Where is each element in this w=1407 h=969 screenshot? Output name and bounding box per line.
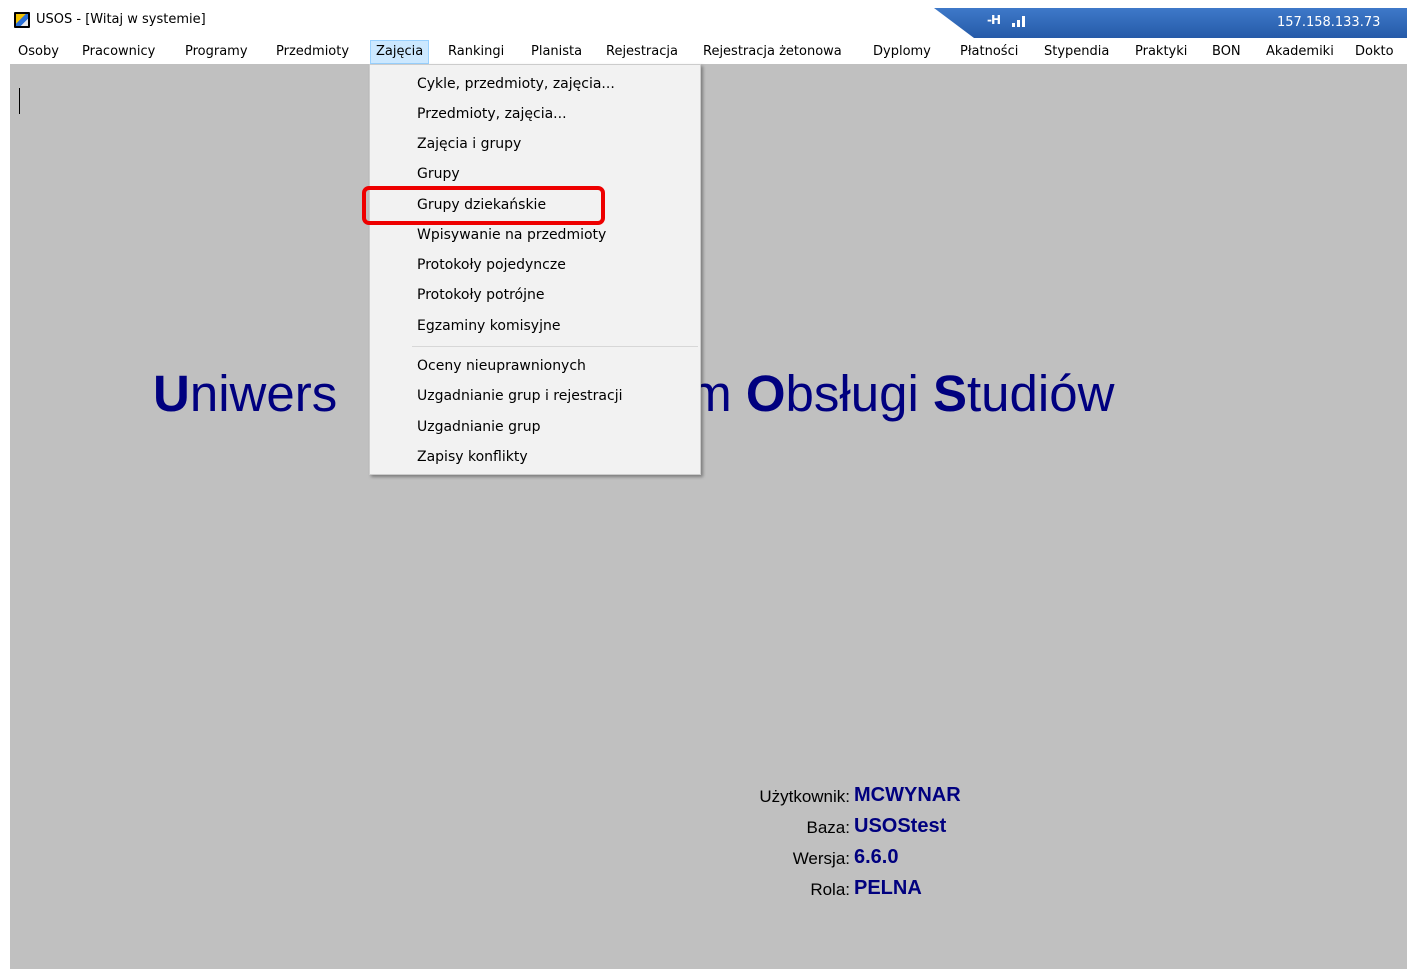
menu-option-wpisywanie[interactable]: Wpisywanie na przedmioty bbox=[370, 221, 700, 249]
menu-praktyki[interactable]: Praktyki bbox=[1130, 40, 1192, 64]
role-value: PELNA bbox=[854, 877, 922, 899]
menu-option-uzgadnianie-grup[interactable]: Uzgadnianie grup bbox=[370, 413, 700, 441]
info-row-db: Baza: USOStest bbox=[700, 813, 1100, 843]
menu-option-protokoly-pojedyncze[interactable]: Protokoły pojedyncze bbox=[370, 251, 700, 279]
menu-programy[interactable]: Programy bbox=[180, 40, 253, 64]
db-value: USOStest bbox=[854, 815, 947, 837]
menu-option-przedmioty-zajecia[interactable]: Przedmioty, zajęcia... bbox=[370, 100, 700, 128]
menu-rankingi[interactable]: Rankingi bbox=[443, 40, 509, 64]
menu-dyplomy[interactable]: Dyplomy bbox=[868, 40, 936, 64]
menu-doktoranci[interactable]: Dokto bbox=[1350, 40, 1399, 64]
menu-platnosci[interactable]: Płatności bbox=[955, 40, 1023, 64]
menu-option-uzgadnianie-grup-rejestracji[interactable]: Uzgadnianie grup i rejestracji bbox=[370, 382, 700, 410]
version-value: 6.6.0 bbox=[854, 846, 899, 868]
menu-rejestracja[interactable]: Rejestracja bbox=[601, 40, 683, 64]
connection-ip: 157.158.133.73 bbox=[1277, 15, 1381, 30]
user-value: MCWYNAR bbox=[854, 784, 961, 806]
title-bar: USOS - [Witaj w systemie] -H 157.158.133… bbox=[0, 0, 1407, 40]
menu-planista[interactable]: Planista bbox=[526, 40, 587, 64]
menu-option-oceny[interactable]: Oceny nieuprawnionych bbox=[370, 352, 700, 380]
db-label: Baza: bbox=[806, 818, 850, 837]
app-icon[interactable] bbox=[14, 12, 30, 28]
menu-pracownicy[interactable]: Pracownicy bbox=[77, 40, 160, 64]
window-title: USOS - [Witaj w systemie] bbox=[36, 12, 206, 27]
menu-zajecia[interactable]: Zajęcia bbox=[370, 40, 430, 64]
menu-option-protokoly-potrojne[interactable]: Protokoły potrójne bbox=[370, 281, 700, 309]
menu-option-cykle[interactable]: Cykle, przedmioty, zajęcia... bbox=[370, 70, 700, 98]
menu-stypendia[interactable]: Stypendia bbox=[1039, 40, 1114, 64]
user-label: Użytkownik: bbox=[759, 787, 850, 806]
menu-bon[interactable]: BON bbox=[1207, 40, 1246, 64]
menu-option-zapisy-konflikty[interactable]: Zapisy konflikty bbox=[370, 443, 700, 471]
text-caret bbox=[19, 88, 20, 114]
menu-rejestracja-zetonowa[interactable]: Rejestracja żetonowa bbox=[698, 40, 847, 64]
version-label: Wersja: bbox=[792, 849, 850, 868]
zajecia-dropdown-menu: Cykle, przedmioty, zajęcia... Przedmioty… bbox=[369, 64, 701, 475]
pin-icon[interactable]: -H bbox=[987, 13, 1001, 27]
role-label: Rola: bbox=[810, 880, 850, 899]
menu-option-egzaminy-komisyjne[interactable]: Egzaminy komisyjne bbox=[370, 312, 700, 340]
info-row-version: Wersja: 6.6.0 bbox=[700, 844, 1100, 874]
menu-bar: Osoby Pracownicy Programy Przedmioty Zaj… bbox=[0, 40, 1407, 64]
menu-osoby[interactable]: Osoby bbox=[13, 40, 64, 64]
highlight-annotation bbox=[362, 186, 605, 225]
menu-option-zajecia-i-grupy[interactable]: Zajęcia i grupy bbox=[370, 130, 700, 158]
signal-icon bbox=[1012, 13, 1030, 27]
menu-akademiki[interactable]: Akademiki bbox=[1261, 40, 1339, 64]
menu-separator bbox=[412, 346, 698, 347]
info-row-role: Rola: PELNA bbox=[700, 875, 1100, 905]
info-row-user: Użytkownik: MCWYNAR bbox=[700, 782, 1100, 812]
menu-option-grupy[interactable]: Grupy bbox=[370, 160, 700, 188]
menu-przedmioty[interactable]: Przedmioty bbox=[271, 40, 354, 64]
